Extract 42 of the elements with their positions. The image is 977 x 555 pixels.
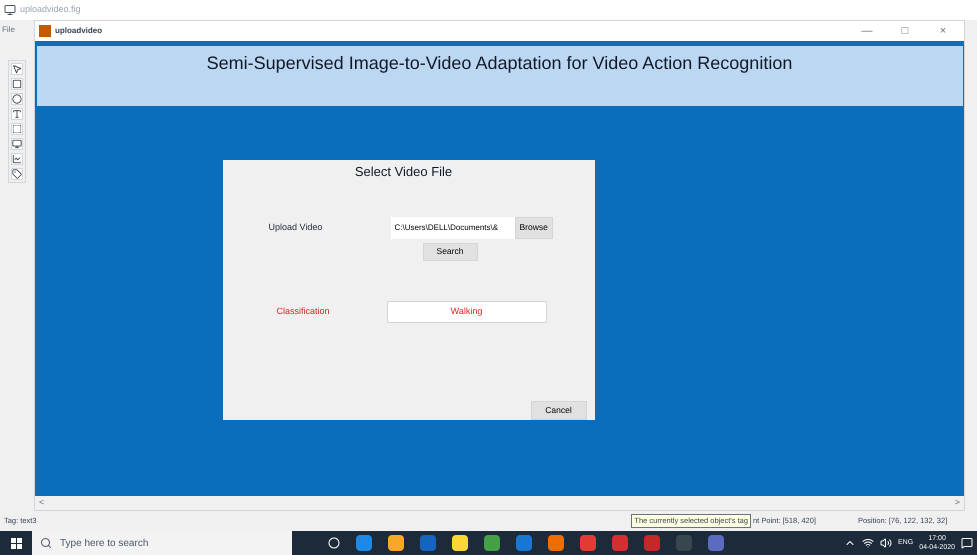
radio-button-icon[interactable] (11, 93, 23, 105)
taskbar-search-field[interactable]: Type here to search (32, 531, 292, 555)
app-tile-icon[interactable] (484, 535, 500, 551)
app-tile-icon[interactable] (516, 535, 532, 551)
app-title: Semi-Supervised Image-to-Video Adaptation for Video Action Recognition (206, 52, 792, 75)
text-icon[interactable] (11, 108, 23, 120)
push-button-icon[interactable] (11, 78, 23, 90)
search-icon (40, 537, 52, 549)
frame-icon[interactable] (11, 123, 23, 135)
maximize-button[interactable]: □ (888, 22, 922, 40)
path-field[interactable]: C:\Users\DELL\Documents\& (390, 216, 514, 238)
axes-icon[interactable] (11, 153, 23, 165)
field-label: Upload Video (268, 220, 324, 234)
window-title: uploadvideo (55, 25, 104, 37)
tag-icon[interactable] (11, 168, 23, 180)
app-tile-icon[interactable] (708, 535, 724, 551)
scroll-right-button[interactable]: > (954, 496, 960, 510)
close-button[interactable]: × (926, 22, 960, 40)
app-tile-icon[interactable] (356, 535, 372, 551)
notification-icon[interactable] (961, 537, 973, 549)
app-tile-icon[interactable] (580, 535, 596, 551)
app-icon (4, 4, 16, 16)
app-tile-icon[interactable] (644, 535, 660, 551)
pointer-icon[interactable] (11, 63, 23, 75)
volume-icon[interactable] (880, 537, 892, 549)
minimize-button[interactable]: — (850, 22, 884, 40)
browse-button[interactable]: Browse (514, 216, 553, 238)
result-field: Walking (386, 300, 546, 323)
app-tile-icon[interactable] (676, 535, 692, 551)
app-tile-icon[interactable] (388, 535, 404, 551)
app-tile-icon[interactable] (612, 535, 628, 551)
cancel-button[interactable]: Cancel (530, 400, 586, 420)
app-icon (39, 25, 51, 37)
menu-item[interactable]: File (0, 24, 15, 36)
field-label: Classification (276, 305, 331, 318)
app-tile-icon[interactable] (548, 535, 564, 551)
scroll-left-button[interactable]: < (39, 496, 44, 510)
window-title: uploadvideo.fig (20, 3, 81, 16)
app-tile-icon[interactable] (452, 535, 468, 551)
panel-title: Select Video File (354, 163, 452, 181)
app-tile-icon[interactable] (420, 535, 436, 551)
search-button[interactable]: Search (422, 242, 478, 261)
